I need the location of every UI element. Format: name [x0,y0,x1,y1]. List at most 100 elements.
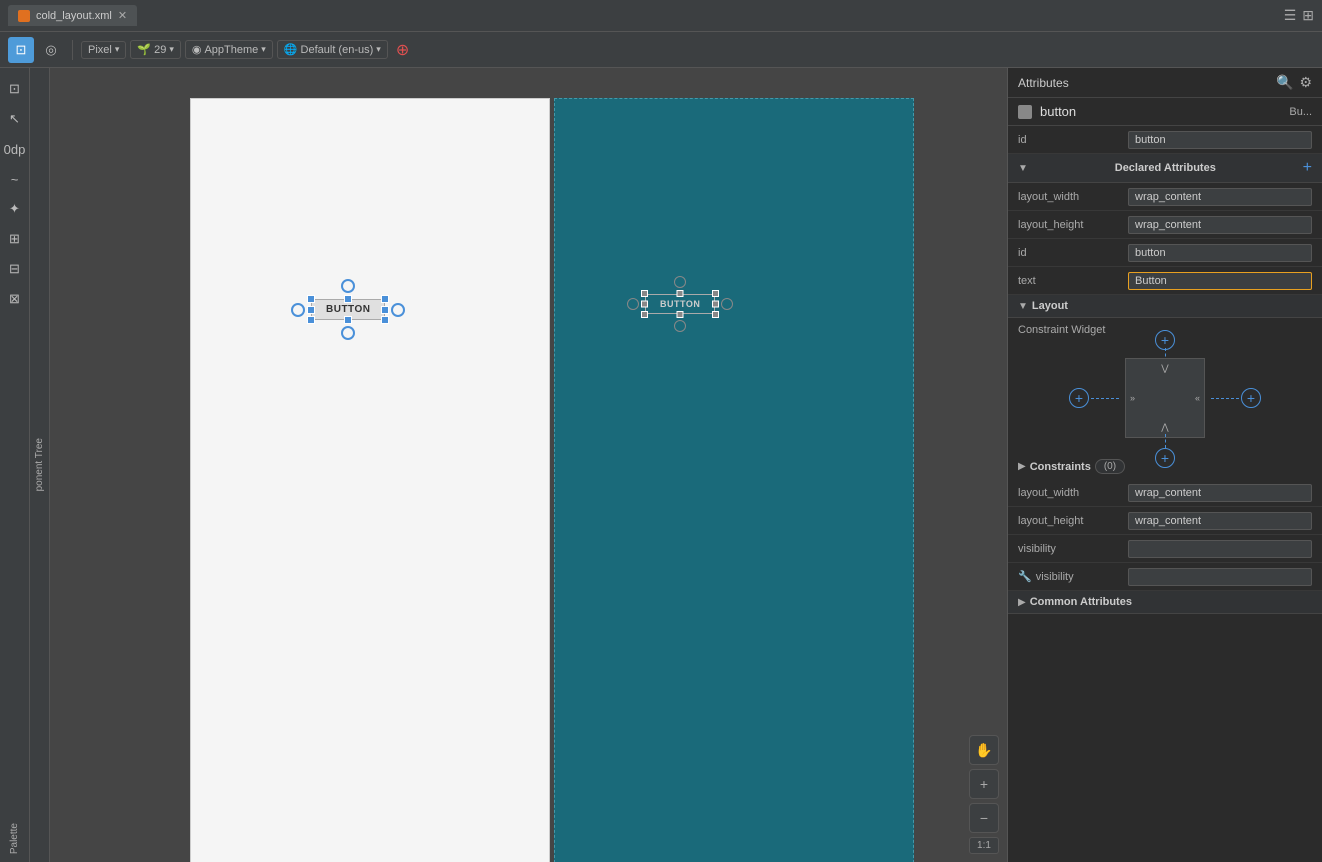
cw-bottom-group: + [1155,448,1175,468]
id-input[interactable] [1128,131,1312,149]
visibility-tool-input[interactable] [1128,568,1312,586]
constraint-add-bottom-button[interactable]: + [1155,448,1175,468]
layout-width-layout-row: layout_width [1008,479,1322,507]
widget-light-container: BUTTON [311,299,385,320]
layout-section[interactable]: ▼ Layout [1008,295,1322,318]
file-icon [18,10,30,22]
connector-dark-top[interactable] [674,276,686,288]
component-tree-panel: ponent Tree [30,68,50,862]
visibility-tool-row: 🔧 visibility [1008,563,1322,591]
connector-bottom[interactable] [341,326,355,340]
right-panel: Attributes 🔍 ⚙ button Bu... id ▼ Declare… [1007,68,1322,862]
handle-top-left[interactable] [307,295,315,303]
magic-button[interactable]: ✦ [2,196,28,222]
handle-top-right[interactable] [381,295,389,303]
handle-dark-bottom-left[interactable] [641,311,648,318]
handle-top-mid[interactable] [344,295,352,303]
handle-bottom-mid[interactable] [344,316,352,324]
layout-height-row: layout_height [1008,211,1322,239]
pixel-dropdown[interactable]: Pixel ▾ [81,41,126,59]
connector-top[interactable] [341,279,355,293]
connector-right[interactable] [391,303,405,317]
declared-id-key: id [1018,247,1128,259]
theme-dropdown[interactable]: ◉ AppTheme ▾ [185,40,273,59]
blueprint-mode-button[interactable]: ◎ [38,37,64,63]
constraint-add-top-button[interactable]: + [1155,330,1175,350]
declared-id-input[interactable] [1128,244,1312,262]
constraints-title: Constraints [1030,461,1091,473]
layout-width-input[interactable] [1128,188,1312,206]
attributes-header: Attributes 🔍 ⚙ [1008,68,1322,98]
visibility-input[interactable] [1128,540,1312,558]
handle-dark-top-right[interactable] [712,290,719,297]
add-attribute-button[interactable]: + [1303,159,1312,177]
handle-right-mid[interactable] [381,306,389,314]
cw-line-bottom [1165,434,1166,448]
file-tab[interactable]: cold_layout.xml ✕ [8,5,137,26]
layout-arrow-icon: ▼ [1018,301,1028,312]
grid-button[interactable]: ⊞ [1302,7,1314,24]
zoom-out-button[interactable]: − [969,803,999,833]
widget-label-row: button Bu... [1008,98,1322,126]
layout-title: Layout [1032,300,1068,312]
path-button[interactable]: ~ [2,166,28,192]
handle-left-mid[interactable] [307,306,315,314]
attributes-title: Attributes [1018,76,1069,90]
handle-dark-top-left[interactable] [641,290,648,297]
layout-height-input[interactable] [1128,216,1312,234]
handle-dark-bottom-mid[interactable] [677,311,684,318]
hand-tool-button[interactable]: ✋ [969,735,999,765]
palette-tab[interactable]: Palette [5,815,24,862]
constraint-add-right-button[interactable]: + [1241,388,1261,408]
handle-dark-left-mid[interactable] [641,301,648,308]
text-row: text [1008,267,1322,295]
api-icon: 🌱 [137,43,151,56]
text-input[interactable] [1128,272,1312,290]
margin-button[interactable]: ⊞ [2,226,28,252]
phone-dark-mockup: BUTTON [554,98,914,862]
menu-button[interactable]: ☰ [1284,7,1297,24]
handle-dark-right-mid[interactable] [712,301,719,308]
cursor-button[interactable]: ↖ [2,106,28,132]
settings-button[interactable]: ⚙ [1299,74,1312,91]
component-tree-label[interactable]: ponent Tree [34,438,45,491]
left-sidebar: ⊡ ↖ 0dp ~ ✦ ⊞ ⊟ ⊠ Palette [0,68,30,862]
cw-right-group: + [1211,388,1261,408]
widget-dark-container: BUTTON [645,294,715,314]
palette-view-button[interactable]: ⊡ [2,76,28,102]
widget-color-swatch [1018,105,1032,119]
locale-dropdown[interactable]: 🌐 Default (en-us) ▾ [277,40,388,59]
handle-dark-bottom-right[interactable] [712,311,719,318]
text-key: text [1018,275,1128,287]
declared-attributes-section[interactable]: ▼ Declared Attributes + [1008,154,1322,183]
button-widget-dark[interactable]: BUTTON [645,294,715,314]
align-button[interactable]: ⊟ [2,256,28,282]
visibility-row: visibility [1008,535,1322,563]
declared-id-row: id [1008,239,1322,267]
connector-dark-left[interactable] [627,298,639,310]
cw-right-inner-arrow: » [1130,393,1135,403]
button-widget-light[interactable]: BUTTON [311,299,385,320]
toolbar: ⊡ ◎ Pixel ▾ 🌱 29 ▾ ◉ AppTheme ▾ 🌐 Defaul… [0,32,1322,68]
offset-button[interactable]: 0dp [2,136,28,162]
design-mode-button[interactable]: ⊡ [8,37,34,63]
connector-dark-bottom[interactable] [674,320,686,332]
connector-dark-right[interactable] [721,298,733,310]
id-row: id [1008,126,1322,154]
tab-name: cold_layout.xml [36,10,112,22]
handle-bottom-left[interactable] [307,316,315,324]
connector-left[interactable] [291,303,305,317]
tab-close-button[interactable]: ✕ [118,9,127,22]
layout-height-layout-input[interactable] [1128,512,1312,530]
common-attributes-section[interactable]: ▶ Common Attributes [1008,591,1322,614]
distribute-button[interactable]: ⊠ [2,286,28,312]
constraint-add-left-button[interactable]: + [1069,388,1089,408]
zoom-in-button[interactable]: + [969,769,999,799]
layout-width-layout-input[interactable] [1128,484,1312,502]
pixel-arrow-icon: ▾ [115,44,120,55]
handle-dark-top-mid[interactable] [677,290,684,297]
api-dropdown[interactable]: 🌱 29 ▾ [130,40,180,59]
locale-arrow-icon: ▾ [376,44,381,55]
handle-bottom-right[interactable] [381,316,389,324]
search-button[interactable]: 🔍 [1276,74,1293,91]
